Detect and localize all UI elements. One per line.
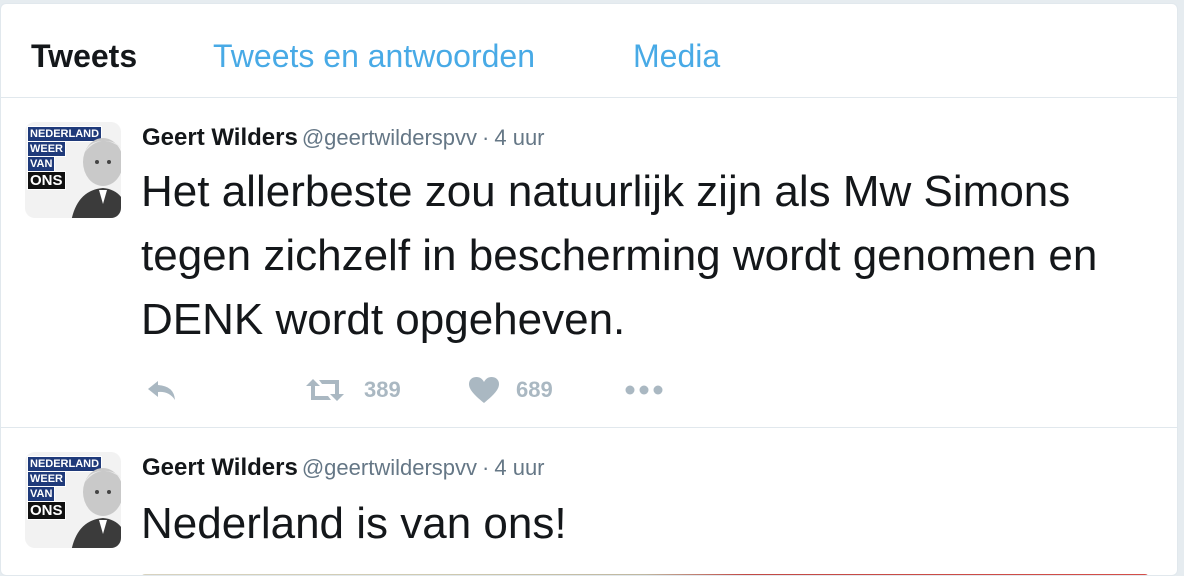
avatar-text: VAN xyxy=(27,156,56,172)
avatar-text: WEER xyxy=(27,141,66,157)
timeline-panel: Tweets Tweets en antwoorden Media NEDERL… xyxy=(0,3,1178,576)
heart-icon xyxy=(469,377,499,403)
tweet-item[interactable]: NEDERLAND WEER VAN ONS Geert Wilders @gee… xyxy=(1,98,1177,428)
tweet-text: Het allerbeste zou natuurlijk zijn als M… xyxy=(141,167,1098,344)
avatar[interactable]: NEDERLAND WEER VAN ONS xyxy=(25,122,121,218)
avatar-text: VAN xyxy=(27,486,56,502)
reply-icon xyxy=(148,381,175,400)
like-count: 689 xyxy=(516,377,553,402)
tab-media[interactable]: Media xyxy=(633,36,720,76)
author-name[interactable]: Geert Wilders xyxy=(142,454,298,481)
tweet-item[interactable]: NEDERLAND WEER VAN ONS Geert Wilders @gee… xyxy=(1,428,1177,575)
avatar-text: ONS xyxy=(27,501,66,520)
author-name[interactable]: Geert Wilders xyxy=(142,124,298,151)
tweet-timestamp[interactable]: 4 uur xyxy=(494,125,544,150)
author-handle[interactable]: @geertwilderspvv xyxy=(302,125,477,150)
tab-tweets-and-replies[interactable]: Tweets en antwoorden xyxy=(213,36,535,76)
like-button[interactable]: 689 xyxy=(468,373,553,407)
retweet-icon xyxy=(306,379,344,401)
more-button[interactable] xyxy=(625,373,665,407)
reply-button[interactable] xyxy=(145,373,177,407)
portrait-image xyxy=(71,138,121,218)
separator-dot: · xyxy=(482,125,490,150)
tweet-header: Geert Wilders @geertwilderspvv · 4 uur xyxy=(142,123,545,156)
tweet-header: Geert Wilders @geertwilderspvv · 4 uur xyxy=(142,453,545,486)
avatar-text: WEER xyxy=(27,471,66,487)
more-icon xyxy=(625,385,663,395)
retweet-button[interactable]: 389 xyxy=(304,373,401,407)
tab-tweets[interactable]: Tweets xyxy=(31,36,137,76)
avatar-text: ONS xyxy=(27,171,66,190)
separator-dot: · xyxy=(482,455,490,480)
tweet-text: Nederland is van ons! xyxy=(141,499,567,548)
profile-tabs: Tweets Tweets en antwoorden Media xyxy=(1,4,1177,98)
retweet-count: 389 xyxy=(364,377,401,402)
portrait-image xyxy=(71,468,121,548)
tweet-actions: 389 689 xyxy=(1,373,1177,407)
avatar[interactable]: NEDERLAND WEER VAN ONS xyxy=(25,452,121,548)
author-handle[interactable]: @geertwilderspvv xyxy=(302,455,477,480)
tweet-timestamp[interactable]: 4 uur xyxy=(494,455,544,480)
